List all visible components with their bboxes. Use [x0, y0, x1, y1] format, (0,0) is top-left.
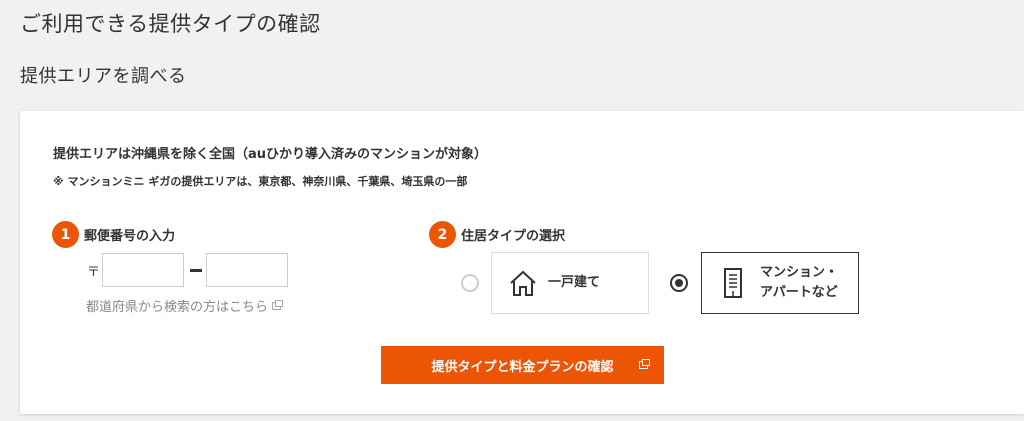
option-detached-house-label: 一戸建て — [548, 275, 601, 290]
step-2-label: 住居タイプの選択 — [461, 229, 566, 244]
area-description: 提供エリアは沖縄県を除く全国（auひかり導入済みのマンションが対象） — [53, 147, 488, 162]
prefecture-search-link[interactable]: 都道府県から検索の方はこちら — [86, 296, 284, 315]
radio-apartment[interactable] — [670, 274, 688, 292]
check-plans-button[interactable]: 提供タイプと料金プランの確認 — [381, 346, 664, 384]
section-title: 提供エリアを調べる — [20, 66, 187, 87]
postal-code-first-input[interactable] — [102, 253, 184, 287]
prefecture-link-text: 都道府県から検索の方はこちら — [86, 300, 269, 315]
external-link-icon — [272, 299, 284, 310]
external-link-icon — [639, 359, 650, 369]
option-apartment-label-line2: アパートなど — [760, 285, 838, 300]
option-apartment[interactable]: マンション・ アパートなど — [701, 252, 859, 314]
apartment-icon — [724, 268, 742, 298]
area-search-card: 提供エリアは沖縄県を除く全国（auひかり導入済みのマンションが対象） ※ マンシ… — [20, 111, 1024, 414]
postal-mark: 〒 — [87, 265, 101, 280]
option-detached-house[interactable]: 一戸建て — [491, 252, 649, 314]
option-apartment-label: マンション・ アパートなど — [760, 263, 838, 303]
step-1-label: 郵便番号の入力 — [84, 229, 176, 244]
step-1-badge: 1 — [52, 221, 79, 248]
step-2-badge: 2 — [429, 221, 456, 248]
house-icon — [510, 270, 536, 296]
postal-dash — [190, 269, 202, 272]
radio-detached-house[interactable] — [461, 274, 479, 292]
postal-code-second-input[interactable] — [206, 253, 288, 287]
option-apartment-label-line1: マンション・ — [760, 265, 839, 280]
check-plans-button-label: 提供タイプと料金プランの確認 — [431, 359, 614, 375]
page-title: ご利用できる提供タイプの確認 — [20, 12, 321, 36]
area-note: ※ マンションミニ ギガの提供エリアは、東京都、神奈川県、千葉県、埼玉県の一部 — [53, 175, 468, 188]
